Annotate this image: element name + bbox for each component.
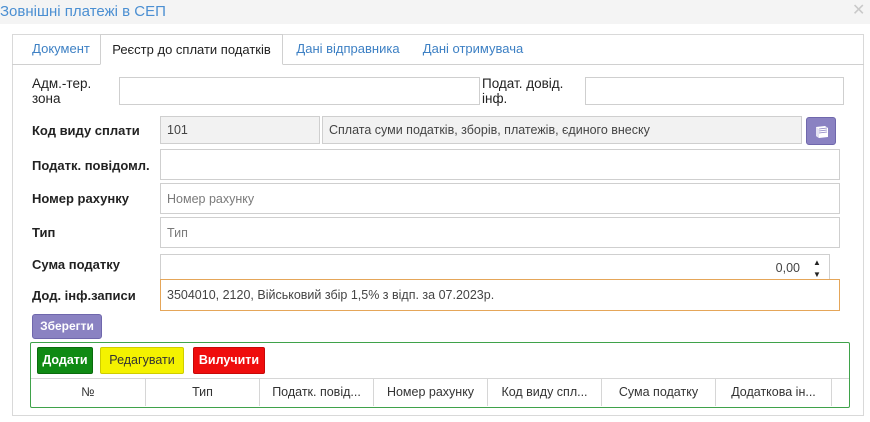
tax-amount-stepper[interactable]: ▲ ▼: [806, 254, 830, 282]
account-input[interactable]: [160, 183, 840, 214]
payment-code-description: Сплата суми податків, зборів, платежів, …: [322, 116, 802, 144]
edit-button[interactable]: Редагувати: [100, 347, 184, 374]
payment-code-input[interactable]: 101: [160, 116, 320, 144]
tax-notice-label: Податк. повідомл.: [32, 158, 150, 173]
payment-code-lookup-button[interactable]: [806, 117, 836, 145]
adm-zone-label-line1: Адм.-тер.: [32, 76, 92, 91]
spin-up-icon[interactable]: ▲: [813, 258, 821, 267]
save-button[interactable]: Зберегти: [32, 314, 102, 339]
close-icon[interactable]: ✕: [852, 3, 865, 19]
column-header-payment-code[interactable]: Код виду спл...: [488, 379, 602, 406]
adm-zone-label: Адм.-тер. зона: [32, 76, 91, 106]
column-header-tax-amount[interactable]: Сума податку: [602, 379, 716, 406]
delete-button[interactable]: Вилучити: [193, 347, 265, 374]
tab-divider: [283, 64, 864, 65]
adm-zone-label-line2: зона: [32, 91, 61, 106]
tax-ref-label-line1: Подат. довід.: [482, 76, 564, 91]
tab-recipient-data[interactable]: Дані отримувача: [415, 34, 531, 64]
extra-info-input[interactable]: 3504010, 2120, Військовий збір 1,5% з ві…: [160, 279, 840, 311]
extra-info-label: Дод. інф.записи: [32, 288, 136, 303]
tax-notice-input[interactable]: [160, 149, 840, 180]
column-header-type[interactable]: Тип: [146, 379, 260, 406]
account-label: Номер рахунку: [32, 191, 129, 206]
tax-ref-label-line2: інф.: [482, 91, 508, 106]
tab-divider: [12, 64, 100, 65]
tab-bar: Документ Реєстр до сплати податків Дані …: [12, 34, 864, 65]
tax-ref-label: Подат. довід. інф.: [482, 76, 563, 106]
adm-zone-input[interactable]: [119, 77, 480, 105]
add-button[interactable]: Додати: [37, 347, 93, 374]
tax-ref-input[interactable]: [585, 77, 844, 105]
column-header-number[interactable]: №: [31, 379, 146, 406]
column-header-extra-info[interactable]: Додаткова ін...: [716, 379, 832, 406]
spin-down-icon[interactable]: ▼: [813, 270, 821, 279]
tab-tax-registry[interactable]: Реєстр до сплати податків: [100, 34, 283, 65]
book-icon: [816, 126, 828, 138]
tab-sender-data[interactable]: Дані відправника: [288, 34, 408, 64]
type-input[interactable]: [160, 217, 840, 248]
grid-header: № Тип Податк. повід... Номер рахунку Код…: [31, 378, 849, 406]
window-title: Зовнішні платежі в СЕП: [0, 3, 166, 20]
tab-document[interactable]: Документ: [18, 34, 104, 64]
column-header-account[interactable]: Номер рахунку: [374, 379, 488, 406]
column-header-tax-notice[interactable]: Податк. повід...: [260, 379, 374, 406]
tax-amount-input[interactable]: 0,00: [160, 254, 807, 282]
type-label: Тип: [32, 225, 56, 240]
payment-code-label: Код виду сплати: [32, 123, 140, 138]
tax-amount-label: Сума податку: [32, 257, 120, 272]
window-titlebar: Зовнішні платежі в СЕП ✕: [0, 0, 870, 24]
